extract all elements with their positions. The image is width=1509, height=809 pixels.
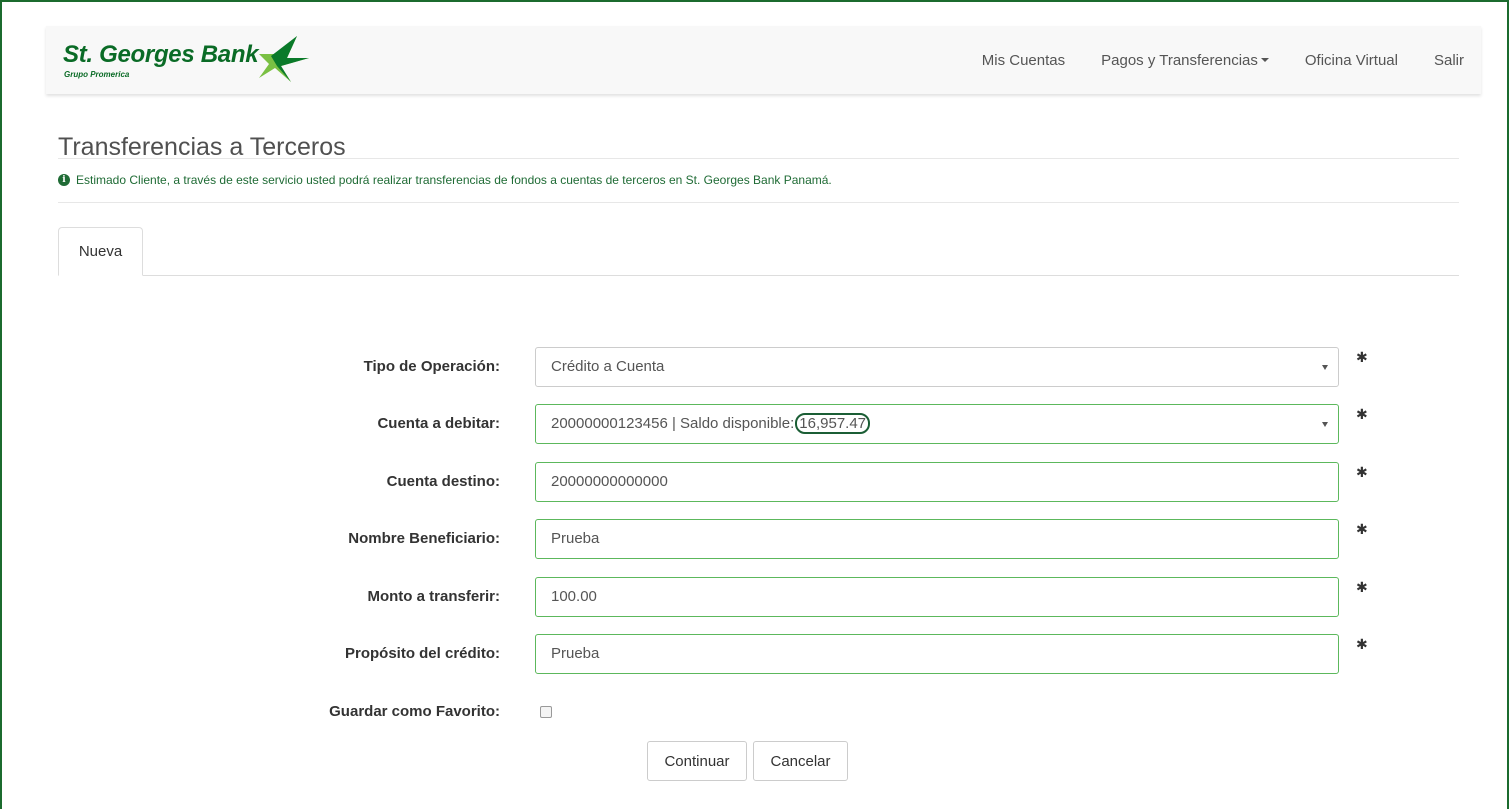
dropdown-arrow-icon <box>1322 365 1328 370</box>
saldo-highlight: 16,957.47 <box>795 413 871 434</box>
monto-input[interactable]: 100.00 <box>535 577 1339 617</box>
info-icon: i <box>58 174 70 186</box>
required-asterisk-icon: ✱ <box>1356 464 1368 480</box>
label-favorito: Guardar como Favorito: <box>329 703 500 720</box>
divider <box>58 158 1459 159</box>
row-tipo-operacion: Tipo de Operación: Crédito a Cuenta ✱ <box>0 347 1509 387</box>
row-nombre-beneficiario: Nombre Beneficiario: Prueba ✱ <box>0 519 1509 559</box>
row-monto: Monto a transferir: 100.00 ✱ <box>0 577 1509 617</box>
nav-oficina-virtual[interactable]: Oficina Virtual <box>1305 52 1398 69</box>
top-navbar: St. Georges Bank Grupo Promerica Mis Cue… <box>46 26 1481 94</box>
tabs-border <box>58 275 1459 276</box>
nav-pagos-transferencias[interactable]: Pagos y Transferencias <box>1101 52 1269 69</box>
cuenta-debitar-value: 20000000123456 | Saldo disponible: <box>551 415 795 432</box>
cuenta-debitar-select[interactable]: 20000000123456 | Saldo disponible: 16,957… <box>535 404 1339 444</box>
required-asterisk-icon: ✱ <box>1356 636 1368 652</box>
tipo-operacion-value: Crédito a Cuenta <box>551 358 665 375</box>
brand-name: St. Georges Bank <box>63 41 259 68</box>
row-proposito: Propósito del crédito: Prueba ✱ <box>0 634 1509 674</box>
favorito-checkbox[interactable] <box>540 706 552 718</box>
nav-mis-cuentas[interactable]: Mis Cuentas <box>982 52 1065 69</box>
cuenta-destino-input[interactable]: 20000000000000 <box>535 462 1339 502</box>
required-asterisk-icon: ✱ <box>1356 579 1368 595</box>
brand-logo[interactable]: St. Georges Bank Grupo Promerica <box>63 34 323 86</box>
label-monto: Monto a transferir: <box>367 588 500 605</box>
cancelar-button[interactable]: Cancelar <box>753 741 848 781</box>
info-message: i Estimado Cliente, a través de este ser… <box>58 172 832 188</box>
brand-subtitle: Grupo Promerica <box>64 70 130 79</box>
continuar-button[interactable]: Continuar <box>647 741 747 781</box>
proposito-input[interactable]: Prueba <box>535 634 1339 674</box>
nav-pagos-label: Pagos y Transferencias <box>1101 51 1258 69</box>
nombre-beneficiario-input[interactable]: Prueba <box>535 519 1339 559</box>
required-asterisk-icon: ✱ <box>1356 521 1368 537</box>
required-asterisk-icon: ✱ <box>1356 349 1368 365</box>
info-text: Estimado Cliente, a través de este servi… <box>76 173 832 187</box>
caret-down-icon <box>1260 58 1269 62</box>
row-cuenta-debitar: Cuenta a debitar: 20000000123456 | Saldo… <box>0 404 1509 444</box>
tab-nueva[interactable]: Nueva <box>58 227 143 276</box>
divider <box>58 202 1459 203</box>
label-cuenta-debitar: Cuenta a debitar: <box>377 415 500 432</box>
label-proposito: Propósito del crédito: <box>344 645 500 662</box>
dropdown-arrow-icon <box>1322 422 1328 427</box>
tipo-operacion-select[interactable]: Crédito a Cuenta <box>535 347 1339 387</box>
row-cuenta-destino: Cuenta destino: 20000000000000 ✱ <box>0 462 1509 502</box>
label-cuenta-destino: Cuenta destino: <box>386 473 500 490</box>
label-nombre-beneficiario: Nombre Beneficiario: <box>348 530 500 547</box>
nav-salir[interactable]: Salir <box>1434 52 1464 69</box>
row-favorito: Guardar como Favorito: <box>0 692 1509 732</box>
star-logo-icon <box>259 36 309 82</box>
required-asterisk-icon: ✱ <box>1356 406 1368 422</box>
label-tipo-operacion: Tipo de Operación: <box>363 358 500 375</box>
nav-menu: Mis Cuentas Pagos y Transferencias Ofici… <box>946 26 1464 94</box>
